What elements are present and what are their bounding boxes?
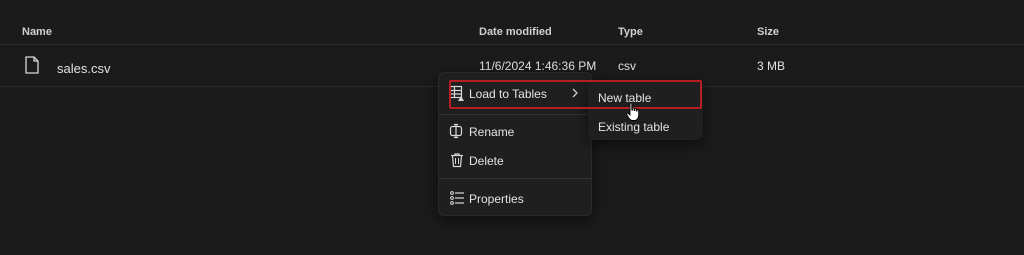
column-header-type[interactable]: Type [618,26,643,38]
file-type: csv [618,59,636,73]
file-date-modified: 11/6/2024 1:46:36 PM [479,59,597,73]
submenu-item-existing-table[interactable]: Existing table [588,112,703,138]
column-header-size[interactable]: Size [757,26,779,38]
hand-cursor-icon [626,102,640,121]
submenu-item-label: Existing table [598,120,670,134]
file-icon [25,56,39,74]
file-size: 3 MB [757,59,786,73]
menu-item-rename[interactable]: Rename [439,118,591,144]
column-header-row: Name Date modified Type Size [0,0,1024,45]
column-header-date-modified[interactable]: Date modified [479,26,552,38]
properties-icon [450,191,464,205]
trash-icon [451,153,463,168]
menu-separator [439,178,591,179]
menu-separator [439,114,591,115]
highlight-box [449,80,702,109]
menu-item-label: Properties [469,192,524,206]
menu-item-label: Delete [469,154,504,168]
menu-item-delete[interactable]: Delete [439,147,591,173]
menu-item-label: Rename [469,125,515,139]
file-name: sales.csv [57,61,111,76]
column-header-name[interactable]: Name [22,26,52,38]
menu-item-properties[interactable]: Properties [439,185,591,211]
rename-icon [449,123,463,139]
